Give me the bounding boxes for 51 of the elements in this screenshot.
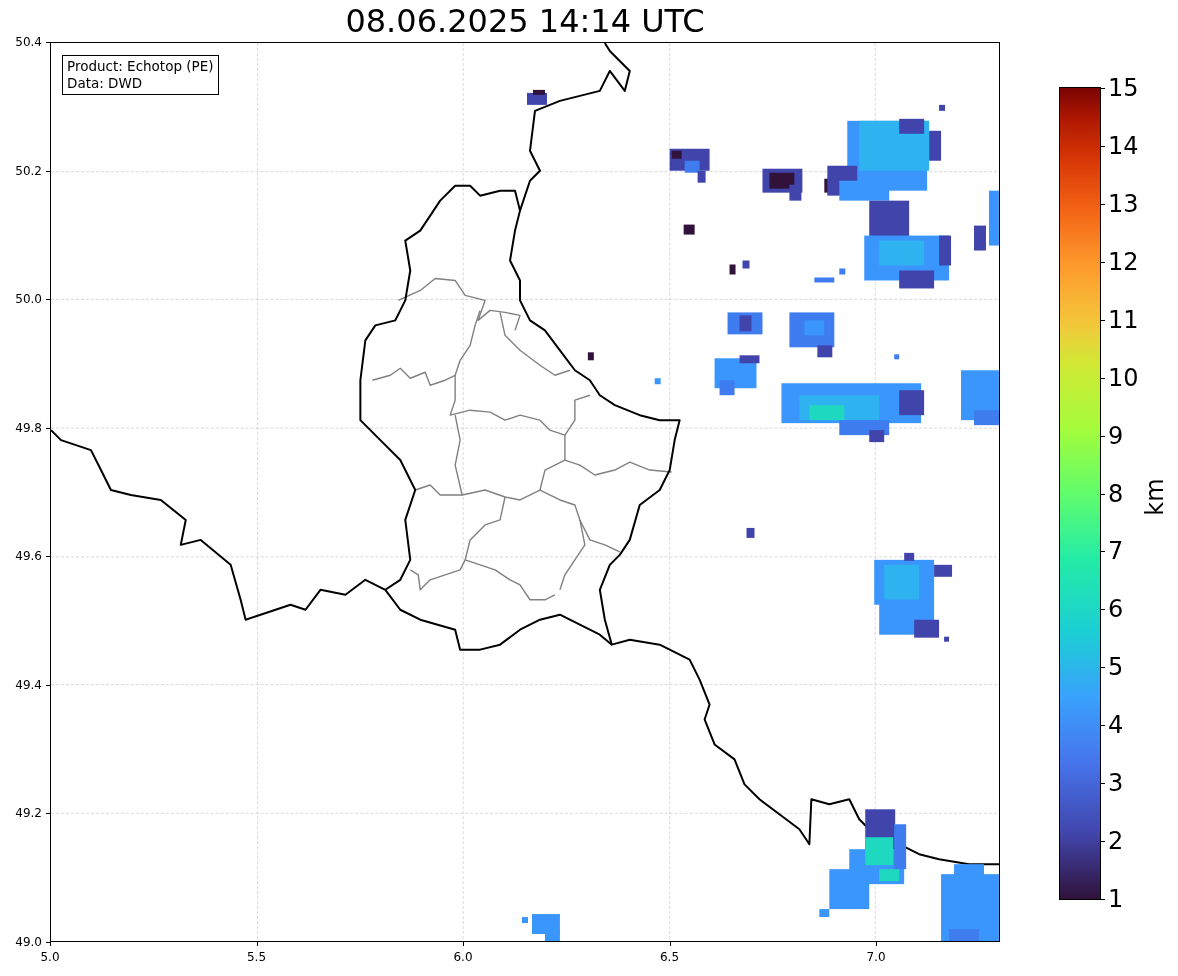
tick-mark [1100, 203, 1105, 205]
x-axis-tick-label: 5.5 [246, 950, 267, 964]
y-axis-tick-label: 49.6 [15, 549, 42, 564]
tick-mark [1100, 319, 1105, 321]
tick-mark [1100, 88, 1105, 89]
colorbar-tick-label: 13 [1108, 190, 1139, 217]
colorbar-tick-label: 11 [1108, 306, 1139, 333]
radar-echo-cells [961, 370, 999, 426]
x-axis-tick-label: 6.0 [453, 950, 473, 964]
y-axis-tick-label: 50.0 [15, 292, 42, 307]
tick-mark [1100, 841, 1105, 843]
colorbar-tick-label: 3 [1108, 770, 1124, 797]
tick-mark [1100, 261, 1105, 263]
colorbar-tick-label: 15 [1108, 75, 1139, 101]
colorbar-tick-label: 14 [1108, 132, 1139, 159]
tick-mark [1100, 667, 1105, 669]
colorbar-tick-label: 4 [1108, 712, 1124, 739]
y-axis-tick-label: 49.2 [15, 806, 42, 821]
tick-mark [1100, 725, 1105, 727]
x-axis-tick-label: 6.5 [659, 950, 680, 964]
radar-echo-cells [522, 914, 560, 941]
radar-echo-cells [527, 89, 547, 105]
colorbar-tick-label: 7 [1108, 538, 1124, 565]
x-axis-tick-label: 7.0 [866, 950, 886, 964]
tick-mark [1100, 783, 1105, 785]
y-axis-tick-label: 49.8 [15, 420, 42, 435]
tick-mark [1100, 377, 1105, 379]
y-axis-tick-label: 49.0 [15, 935, 42, 949]
y-axis-tick-label: 50.4 [15, 35, 42, 49]
colorbar-tick-label: 2 [1108, 828, 1124, 855]
tick-mark [1100, 145, 1105, 147]
colorbar-label: km [1141, 478, 1169, 516]
colorbar-tick-label: 12 [1108, 248, 1139, 275]
tick-mark [1100, 551, 1105, 553]
tick-mark [1100, 493, 1105, 495]
colorbar-tick-label: 8 [1108, 480, 1124, 507]
y-axis-tick-label: 49.4 [15, 677, 42, 692]
tick-mark [1100, 435, 1105, 437]
x-axis-tick-label: 5.0 [40, 950, 60, 964]
colorbar-tick-label: 9 [1108, 422, 1124, 449]
radar-echo-cells [974, 190, 999, 251]
colorbar-tick-label: 5 [1108, 654, 1124, 681]
tick-mark [1100, 899, 1105, 900]
info-text: Data: DWD [67, 75, 144, 92]
colorbar-tick-label: 10 [1108, 364, 1139, 391]
colorbar-tick-label: 1 [1108, 886, 1124, 912]
colorbar-tick-label: 6 [1108, 596, 1124, 623]
info-text: Product: Echotop (PE) [67, 58, 214, 75]
y-axis-tick-label: 50.2 [15, 163, 42, 178]
map-title: 08.06.2025 14:14 UTC [344, 1, 706, 42]
tick-mark [1100, 609, 1105, 611]
